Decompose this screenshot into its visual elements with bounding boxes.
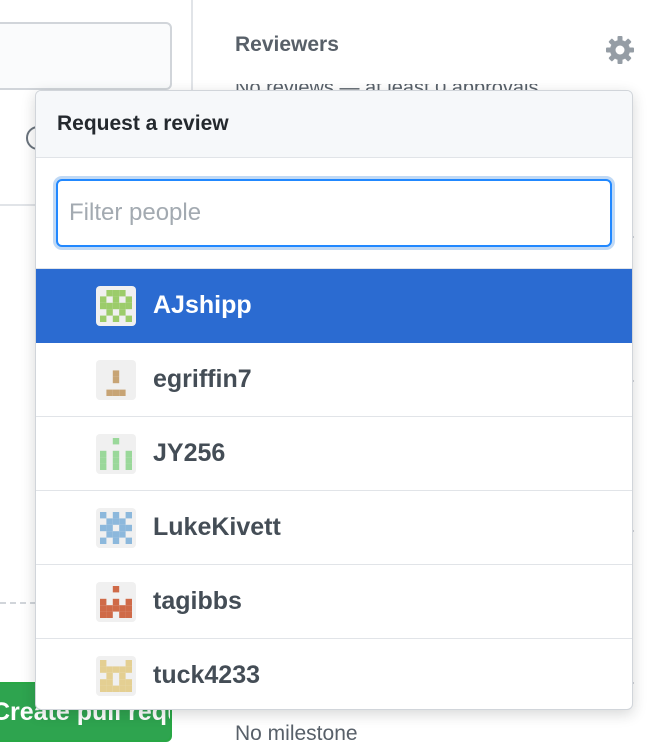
identicon-avatar — [100, 585, 132, 618]
avatar — [96, 359, 136, 400]
avatar — [96, 581, 136, 622]
reviewer-option[interactable]: tuck4233 — [36, 639, 632, 709]
identicon-avatar — [106, 369, 126, 396]
reviewers-heading: Reviewers — [235, 33, 339, 56]
popover-title: Request a review — [57, 112, 229, 135]
divider — [0, 602, 36, 604]
identicon-avatar — [100, 437, 132, 470]
reviewer-option[interactable]: egriffin7 — [36, 343, 632, 417]
people-list: AJshipp egriffin7 JY256 LukeKivett tagibbs tu… — [36, 269, 632, 709]
reviewer-name: egriffin7 — [153, 365, 252, 393]
identicon-avatar — [100, 289, 132, 322]
avatar — [96, 433, 136, 474]
identicon-avatar — [100, 659, 132, 692]
popover-header: Request a review — [36, 91, 632, 158]
reviewer-name: tuck4233 — [153, 661, 261, 689]
reviewer-option[interactable]: tagibbs — [36, 565, 632, 639]
filter-container — [36, 158, 632, 269]
identicon-avatar — [100, 511, 132, 544]
reviewer-name: tagibbs — [153, 587, 242, 615]
request-review-popover: Request a review AJshipp egriffin7 JY256 Lu… — [35, 90, 633, 710]
reviewer-name: JY256 — [153, 439, 226, 467]
avatar — [96, 285, 136, 326]
reviewer-option[interactable]: LukeKivett — [36, 491, 632, 565]
gear-icon[interactable] — [604, 34, 636, 66]
filter-people-input[interactable] — [56, 179, 612, 247]
reviewer-option[interactable]: JY256 — [36, 417, 632, 491]
pr-title-input[interactable] — [0, 22, 172, 90]
reviewer-option[interactable]: AJshipp — [36, 269, 632, 343]
avatar — [96, 507, 136, 548]
reviewer-name: AJshipp — [153, 291, 252, 319]
reviewer-name: LukeKivett — [153, 513, 281, 541]
milestone-text: No milestone — [235, 722, 358, 742]
avatar — [96, 655, 136, 696]
